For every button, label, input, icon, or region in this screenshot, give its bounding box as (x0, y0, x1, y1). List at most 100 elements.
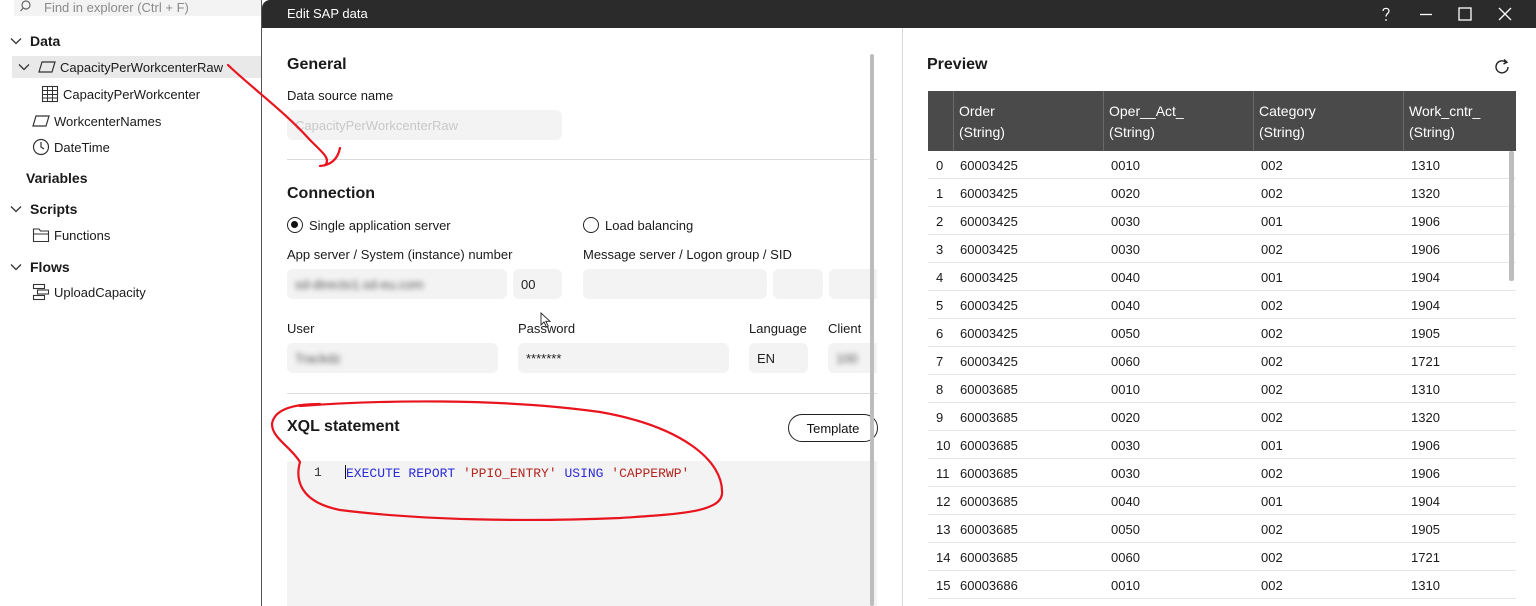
section-flows-label: Flows (30, 259, 70, 275)
edit-sap-data-dialog: Edit SAP data General Data source name C… (261, 0, 1536, 606)
explorer-search-input[interactable] (44, 0, 254, 16)
radio-load-balancing[interactable]: Load balancing (583, 217, 693, 233)
column-header[interactable]: Order (String) (953, 91, 1103, 151)
sap-source-icon (32, 115, 50, 127)
table-cell: 1721 (1411, 354, 1440, 369)
table-row[interactable]: 14 60003685 0060 002 1721 (928, 543, 1516, 571)
table-cell: 1721 (1411, 550, 1440, 565)
table-row[interactable]: 10 60003685 0030 001 1906 (928, 431, 1516, 459)
table-cell: 002 (1261, 242, 1283, 257)
tree-item-label: WorkcenterNames (54, 113, 162, 129)
table-row[interactable]: 2 60003425 0030 001 1906 (928, 207, 1516, 235)
table-cell: 60003685 (960, 494, 1018, 509)
table-row[interactable]: 15 60003686 0010 002 1310 (928, 571, 1516, 599)
row-index: 0 (936, 158, 944, 173)
section-data[interactable]: Data (10, 30, 60, 52)
tree-item-datetime[interactable]: DateTime (32, 136, 110, 158)
table-row[interactable]: 9 60003685 0020 002 1320 (928, 403, 1516, 431)
refresh-icon[interactable] (1492, 57, 1512, 77)
template-button[interactable]: Template (788, 414, 878, 442)
tree-item-functions[interactable]: Functions (32, 224, 110, 246)
xql-editor[interactable]: 1 EXECUTE REPORT 'PPIO_ENTRY' USING 'CAP… (287, 461, 877, 606)
user-field[interactable]: Trackdz (287, 343, 498, 373)
row-index: 4 (936, 270, 944, 285)
table-cell: 002 (1261, 550, 1283, 565)
table-cell: 60003685 (960, 466, 1018, 481)
folder-icon (32, 228, 50, 243)
table-row[interactable]: 1 60003425 0020 002 1320 (928, 179, 1516, 207)
table-row[interactable]: 12 60003685 0040 001 1904 (928, 487, 1516, 515)
row-index: 3 (936, 242, 944, 257)
tree-item-capacity[interactable]: CapacityPerWorkcenter (41, 83, 200, 105)
table-row[interactable]: 5 60003425 0040 002 1904 (928, 291, 1516, 319)
section-variables[interactable]: Variables (26, 167, 88, 189)
radio-single-label: Single application server (309, 217, 451, 233)
radio-single-server[interactable]: Single application server (287, 217, 451, 233)
help-icon[interactable] (1376, 4, 1396, 24)
table-row[interactable]: 4 60003425 0040 001 1904 (928, 263, 1516, 291)
table-cell: 0030 (1111, 466, 1140, 481)
data-source-field: CapacityPerWorkcenterRaw (287, 110, 562, 140)
table-row[interactable]: 13 60003685 0050 002 1905 (928, 515, 1516, 543)
column-name: Order (959, 103, 995, 119)
table-row[interactable]: 11 60003685 0030 002 1906 (928, 459, 1516, 487)
row-index: 2 (936, 214, 944, 229)
table-cell: 0030 (1111, 242, 1140, 257)
explorer-search[interactable] (14, 0, 262, 16)
table-icon (41, 85, 59, 103)
column-header[interactable]: Oper__Act_ (String) (1103, 91, 1253, 151)
tree-item-workcenter-names[interactable]: WorkcenterNames (32, 110, 161, 132)
tree-item-upload-capacity[interactable]: UploadCapacity (32, 281, 146, 303)
section-flows[interactable]: Flows (10, 256, 70, 278)
client-value: 100 (836, 350, 858, 366)
table-cell: 0010 (1111, 158, 1140, 173)
table-cell: 0060 (1111, 354, 1140, 369)
language-field[interactable]: EN (749, 343, 808, 373)
column-header[interactable]: Category (String) (1253, 91, 1403, 151)
table-cell: 0010 (1111, 382, 1140, 397)
minimize-icon[interactable] (1416, 4, 1436, 24)
instance-number-field[interactable]: 00 (513, 269, 562, 299)
table-cell: 0060 (1111, 550, 1140, 565)
table-cell: 60003425 (960, 186, 1018, 201)
table-cell: 0030 (1111, 438, 1140, 453)
table-row[interactable]: 7 60003425 0060 002 1721 (928, 347, 1516, 375)
search-icon (20, 0, 31, 12)
row-index: 5 (936, 298, 944, 313)
column-header[interactable]: Work_cntr_ (String) (1403, 91, 1516, 151)
divider (287, 159, 877, 160)
password-field[interactable]: ******* (518, 343, 729, 373)
tree-item-label: DateTime (54, 139, 110, 155)
table-row[interactable]: 6 60003425 0050 002 1905 (928, 319, 1516, 347)
tree-item-label: Functions (54, 227, 111, 243)
maximize-icon[interactable] (1455, 4, 1475, 24)
table-cell: 1905 (1411, 326, 1440, 341)
form-scrollbar[interactable] (870, 54, 874, 606)
code-line: EXECUTE REPORT 'PPIO_ENTRY' USING 'CAPPE… (345, 465, 689, 481)
column-name: Oper__Act_ (1109, 103, 1184, 119)
table-row[interactable]: 8 60003685 0010 002 1310 (928, 375, 1516, 403)
table-cell: 002 (1261, 466, 1283, 481)
app-server-field[interactable]: sd-directo1.sd-eu.com (287, 269, 507, 299)
code-keyword-execute: EXECUTE REPORT (346, 466, 456, 481)
table-row[interactable]: 3 60003425 0030 002 1906 (928, 235, 1516, 263)
table-cell: 1905 (1411, 522, 1440, 537)
table-cell: 002 (1261, 522, 1283, 537)
mouse-cursor-icon (540, 312, 552, 328)
table-cell: 60003685 (960, 382, 1018, 397)
grid-scrollbar[interactable] (1509, 151, 1514, 281)
tree-item-capacity-raw[interactable]: CapacityPerWorkcenterRaw (12, 56, 262, 78)
row-index: 11 (936, 466, 950, 481)
row-index: 9 (936, 410, 944, 425)
message-server-label: Message server / Logon group / SID (583, 247, 792, 262)
section-scripts[interactable]: Scripts (10, 198, 77, 220)
sap-source-icon (38, 61, 56, 73)
app-server-label: App server / System (instance) number (287, 247, 513, 262)
table-cell: 60003425 (960, 270, 1018, 285)
table-cell: 002 (1261, 578, 1283, 593)
table-cell: 1906 (1411, 242, 1440, 257)
table-row[interactable]: 0 60003425 0010 002 1310 (928, 151, 1516, 179)
close-icon[interactable] (1495, 4, 1515, 24)
logon-group-field[interactable] (773, 269, 823, 299)
message-server-field[interactable] (583, 269, 767, 299)
